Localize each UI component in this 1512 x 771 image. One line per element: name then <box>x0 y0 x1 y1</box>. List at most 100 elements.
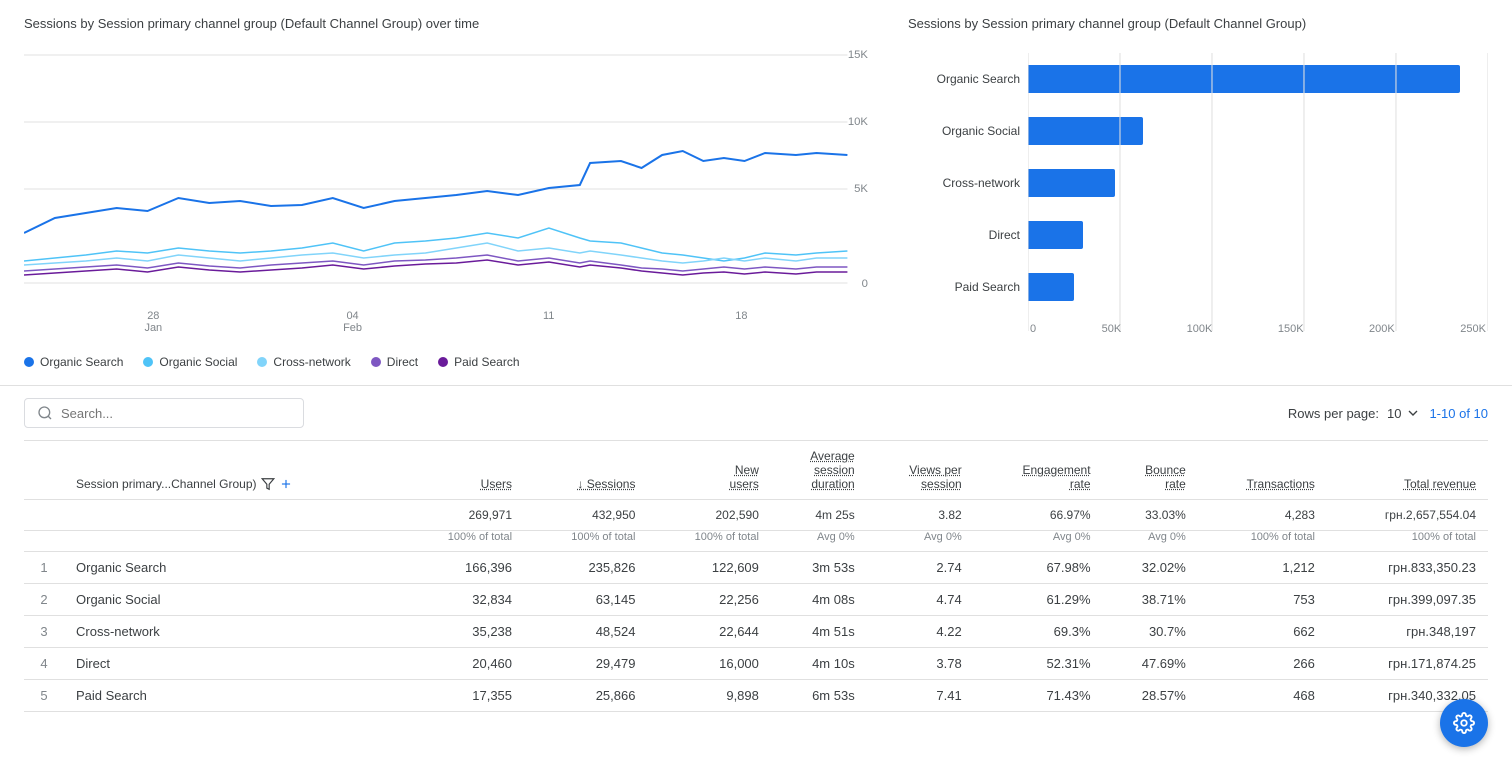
totals-views: 3.82 <box>867 500 974 531</box>
search-box[interactable] <box>24 398 304 428</box>
rows-per-page-value: 10 <box>1387 406 1401 421</box>
chevron-down-icon <box>1405 405 1421 421</box>
row-sessions-3: 48,524 <box>524 616 647 648</box>
row-channel-3[interactable]: Cross-network <box>64 616 401 648</box>
bar-chart: Organic Search Organic Social Cross-netw… <box>908 43 1488 343</box>
row-channel-5[interactable]: Paid Search <box>64 680 401 712</box>
row-sessions-4: 29,479 <box>524 648 647 680</box>
bar-label-paid-search: Paid Search <box>908 280 1020 294</box>
row-revenue-3: грн.348,197 <box>1327 616 1488 648</box>
bar-label-organic-search: Organic Search <box>908 72 1020 86</box>
row-new-users-4: 16,000 <box>647 648 770 680</box>
svg-text:15K: 15K <box>848 49 868 61</box>
col-header-new-users[interactable]: Newusers <box>647 441 770 500</box>
row-engagement-3: 69.3% <box>974 616 1103 648</box>
row-index-3: 3 <box>24 616 64 648</box>
table-row: 4 Direct 20,460 29,479 16,000 4m 10s 3.7… <box>24 648 1488 680</box>
totals-new-users-sub: 100% of total <box>647 531 770 552</box>
line-chart-svg: 15K 10K 5K 0 <box>24 43 868 303</box>
row-views-4: 3.78 <box>867 648 974 680</box>
row-new-users-2: 22,256 <box>647 584 770 616</box>
row-index-1: 1 <box>24 552 64 584</box>
bar-chart-title: Sessions by Session primary channel grou… <box>908 16 1488 31</box>
legend-item-paid-search: Paid Search <box>438 355 519 369</box>
row-avg-session-3: 4m 51s <box>771 616 867 648</box>
totals-bounce-sub: Avg 0% <box>1103 531 1198 552</box>
rows-per-page-select[interactable]: 10 <box>1387 405 1421 421</box>
row-engagement-2: 61.29% <box>974 584 1103 616</box>
col-header-transactions[interactable]: Transactions <box>1198 441 1327 500</box>
row-channel-1[interactable]: Organic Search <box>64 552 401 584</box>
totals-sub-row: 100% of total 100% of total 100% of tota… <box>24 531 1488 552</box>
row-sessions-5: 25,866 <box>524 680 647 712</box>
row-revenue-4: грн.171,874.25 <box>1327 648 1488 680</box>
col-header-engagement-rate[interactable]: Engagementrate <box>974 441 1103 500</box>
row-bounce-1: 32.02% <box>1103 552 1198 584</box>
totals-revenue-sub: 100% of total <box>1327 531 1488 552</box>
totals-sessions: 432,950 <box>524 500 647 531</box>
row-transactions-3: 662 <box>1198 616 1327 648</box>
row-new-users-3: 22,644 <box>647 616 770 648</box>
row-bounce-5: 28.57% <box>1103 680 1198 712</box>
row-avg-session-2: 4m 08s <box>771 584 867 616</box>
add-icon[interactable] <box>279 477 293 491</box>
fab-button[interactable] <box>1440 699 1488 747</box>
filter-icon[interactable] <box>261 477 275 491</box>
legend-label-paid-search: Paid Search <box>454 355 519 369</box>
col-header-total-revenue[interactable]: Total revenue <box>1327 441 1488 500</box>
row-bounce-4: 47.69% <box>1103 648 1198 680</box>
row-users-1: 166,396 <box>401 552 524 584</box>
col-header-sessions[interactable]: ↓ Sessions <box>524 441 647 500</box>
col-header-bounce-rate[interactable]: Bouncerate <box>1103 441 1198 500</box>
chart-legend: Organic Search Organic Social Cross-netw… <box>24 343 868 377</box>
table-row: 5 Paid Search 17,355 25,866 9,898 6m 53s… <box>24 680 1488 712</box>
totals-channel <box>64 500 401 531</box>
legend-dot-organic-search <box>24 357 34 367</box>
bar-chart-area: 0 50K 100K 150K 200K 250K <box>1028 43 1488 343</box>
legend-dot-cross-network <box>257 357 267 367</box>
totals-engagement: 66.97% <box>974 500 1103 531</box>
totals-transactions-sub: 100% of total <box>1198 531 1327 552</box>
row-users-2: 32,834 <box>401 584 524 616</box>
col-header-users[interactable]: Users <box>401 441 524 500</box>
legend-item-direct: Direct <box>371 355 418 369</box>
totals-revenue: грн.2,657,554.04 <box>1327 500 1488 531</box>
table-toolbar: Rows per page: 10 1-10 of 10 <box>24 386 1488 441</box>
svg-text:0: 0 <box>862 278 868 290</box>
row-users-3: 35,238 <box>401 616 524 648</box>
totals-index <box>24 500 64 531</box>
col-header-views-per-session[interactable]: Views persession <box>867 441 974 500</box>
legend-item-organic-social: Organic Social <box>143 355 237 369</box>
table-row: 1 Organic Search 166,396 235,826 122,609… <box>24 552 1488 584</box>
row-channel-2[interactable]: Organic Social <box>64 584 401 616</box>
x-axis-labels: 28 Jan 04 Feb 11 18 <box>24 306 868 334</box>
col-header-index <box>24 441 64 500</box>
row-engagement-1: 67.98% <box>974 552 1103 584</box>
row-views-3: 4.22 <box>867 616 974 648</box>
bar-chart-x-labels: 0 50K 100K 150K 200K 250K <box>1028 323 1488 335</box>
legend-label-organic-search: Organic Search <box>40 355 123 369</box>
row-index-2: 2 <box>24 584 64 616</box>
bar-label-direct: Direct <box>908 228 1020 242</box>
totals-bounce: 33.03% <box>1103 500 1198 531</box>
svg-text:5K: 5K <box>854 183 868 195</box>
search-input[interactable] <box>61 406 291 421</box>
row-transactions-5: 468 <box>1198 680 1327 712</box>
svg-text:10K: 10K <box>848 116 868 128</box>
row-channel-4[interactable]: Direct <box>64 648 401 680</box>
legend-dot-organic-social <box>143 357 153 367</box>
col-header-avg-session[interactable]: Averagesessionduration <box>771 441 867 500</box>
col-header-channel[interactable]: Session primary...Channel Group) <box>64 441 401 500</box>
table-row: 3 Cross-network 35,238 48,524 22,644 4m … <box>24 616 1488 648</box>
row-bounce-3: 30.7% <box>1103 616 1198 648</box>
row-transactions-2: 753 <box>1198 584 1327 616</box>
row-views-2: 4.74 <box>867 584 974 616</box>
row-avg-session-1: 3m 53s <box>771 552 867 584</box>
row-transactions-4: 266 <box>1198 648 1327 680</box>
totals-views-sub: Avg 0% <box>867 531 974 552</box>
legend-dot-direct <box>371 357 381 367</box>
table-row: 2 Organic Social 32,834 63,145 22,256 4m… <box>24 584 1488 616</box>
totals-transactions: 4,283 <box>1198 500 1327 531</box>
totals-avg-session: 4m 25s <box>771 500 867 531</box>
row-index-5: 5 <box>24 680 64 712</box>
